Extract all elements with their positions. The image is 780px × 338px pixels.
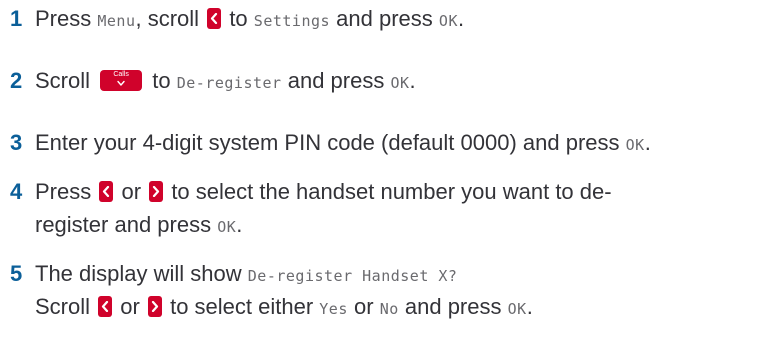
step-text: The display will show bbox=[35, 261, 242, 286]
step-text: or bbox=[121, 179, 142, 204]
step-text: Enter your 4-digit system PIN code (defa… bbox=[35, 130, 620, 155]
step-text: Scroll bbox=[35, 68, 91, 93]
step-text: . bbox=[644, 130, 651, 155]
step-text: or bbox=[120, 294, 140, 319]
step-text: to select either bbox=[170, 294, 314, 319]
step-4: 4 Press or to select the handset number y… bbox=[10, 175, 780, 208]
step-2: 2 Scroll Calls to De-register and press O… bbox=[10, 64, 780, 100]
step-text: or bbox=[354, 294, 374, 319]
step-text: to bbox=[229, 6, 248, 31]
display-text-menu: Menu bbox=[97, 12, 136, 30]
left-arrow-key-icon bbox=[98, 296, 113, 317]
step-text: to select the handset number you want to… bbox=[171, 179, 612, 204]
right-arrow-key-icon bbox=[149, 181, 164, 202]
step-text: and press bbox=[404, 294, 502, 319]
step-text: and press bbox=[336, 6, 433, 31]
display-text-ok: OK bbox=[390, 74, 410, 92]
display-text-settings: Settings bbox=[253, 12, 331, 30]
left-arrow-key-icon bbox=[207, 8, 222, 29]
display-text-ok: OK bbox=[625, 136, 645, 154]
calls-key-label: Calls bbox=[113, 71, 129, 78]
calls-down-key-icon: Calls bbox=[100, 70, 143, 91]
step-text: Scroll bbox=[35, 294, 91, 319]
step-text: . bbox=[236, 212, 243, 237]
step-text: Press bbox=[35, 6, 92, 31]
step-number: 3 bbox=[10, 130, 23, 155]
display-text-de-register-handset: De-register Handset X? bbox=[247, 267, 458, 285]
step-text: and press bbox=[287, 68, 385, 93]
right-arrow-key-icon bbox=[147, 296, 162, 317]
step-text: to bbox=[152, 68, 171, 93]
step-number: 4 bbox=[10, 179, 23, 204]
step-number: 5 bbox=[10, 261, 23, 286]
step-text: register and press bbox=[35, 212, 212, 237]
step-5-continued: Scroll or to select either Yes or No and… bbox=[10, 290, 780, 326]
step-4-continued: register and press OK. bbox=[10, 208, 780, 244]
step-text: . bbox=[526, 294, 533, 319]
display-text-yes: Yes bbox=[319, 300, 348, 318]
display-text-ok: OK bbox=[217, 218, 237, 236]
step-5: 5 The display will show De-register Hands… bbox=[10, 257, 780, 293]
step-number: 2 bbox=[10, 68, 23, 93]
display-text-ok: OK bbox=[507, 300, 527, 318]
step-text: Press bbox=[35, 179, 92, 204]
display-text-ok: OK bbox=[438, 12, 458, 30]
left-arrow-key-icon bbox=[99, 181, 114, 202]
step-text: , scroll bbox=[135, 6, 200, 31]
step-3: 3 Enter your 4-digit system PIN code (def… bbox=[10, 126, 780, 162]
display-text-no: No bbox=[379, 300, 399, 318]
step-text: . bbox=[409, 68, 416, 93]
step-1: 1 Press Menu, scroll to Settings and pres… bbox=[10, 2, 780, 38]
display-text-de-register: De-register bbox=[176, 74, 282, 92]
step-text: . bbox=[457, 6, 465, 31]
step-number: 1 bbox=[10, 6, 23, 31]
